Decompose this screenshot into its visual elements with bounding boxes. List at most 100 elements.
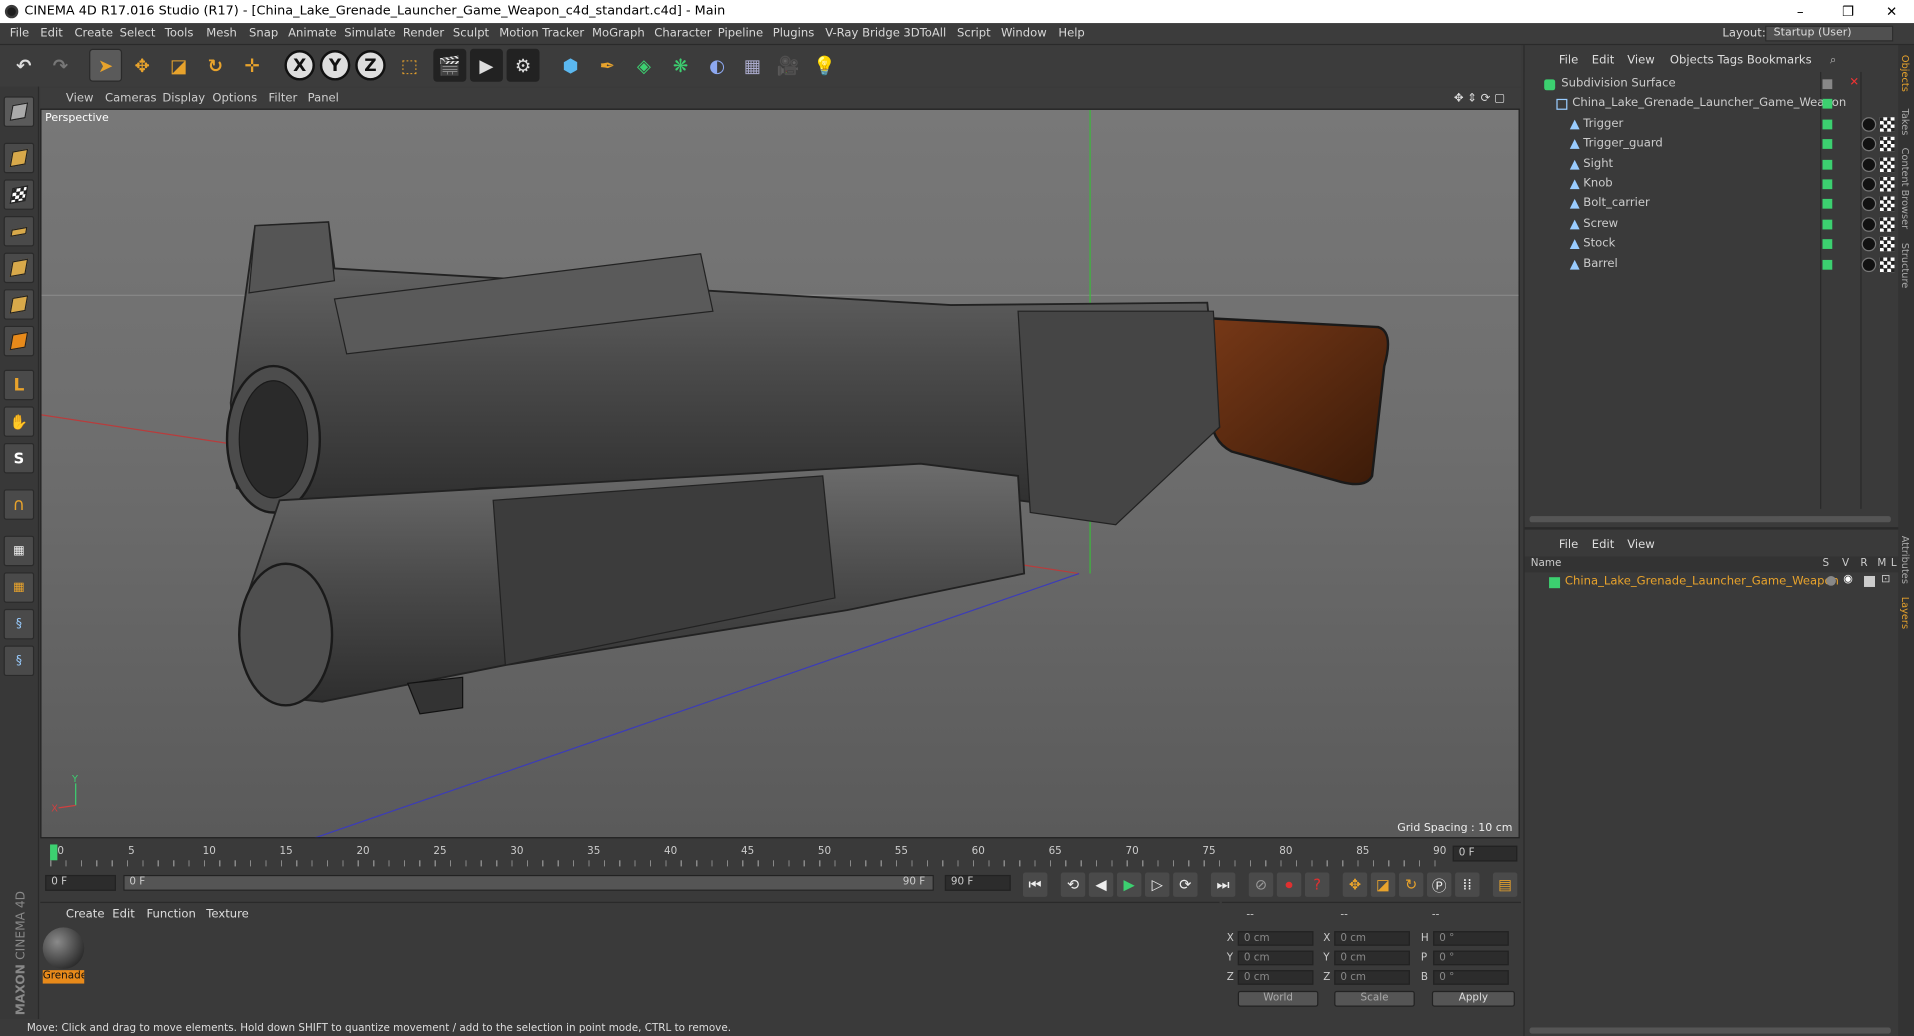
texture-tag-icon[interactable] [1879, 196, 1895, 212]
planar-workplane-icon[interactable]: ▦ [3, 572, 35, 603]
timeline-icon[interactable]: ▤ [1492, 872, 1518, 897]
render-picture-viewer-icon[interactable]: ▶ [469, 48, 503, 82]
objects-menu-edit[interactable]: Edit [1592, 54, 1614, 67]
restore-button[interactable]: ❐ [1842, 0, 1854, 23]
cube-icon[interactable]: ⬢ [554, 49, 587, 82]
layer-render-icon[interactable] [1864, 575, 1875, 587]
tree-row-sight[interactable]: Sight [1530, 155, 1896, 175]
light-icon[interactable]: 💡 [808, 49, 841, 82]
snap-icon[interactable]: ∩ [3, 489, 35, 520]
polygons-mode-icon[interactable] [3, 325, 35, 357]
minimize-button[interactable]: – [1797, 0, 1804, 23]
scale-dropdown[interactable]: Scale [1334, 990, 1415, 1007]
layer-color-swatch[interactable] [1549, 577, 1561, 589]
tree-row-group[interactable]: China_Lake_Grenade_Launcher_Game_Weapon [1530, 94, 1896, 114]
pos-y-field[interactable]: 0 cm [1237, 950, 1314, 966]
menu-pipeline[interactable]: Pipeline [718, 27, 763, 40]
material-tag-icon[interactable] [1861, 236, 1877, 252]
objects-menu-objects[interactable]: Objects [1670, 54, 1714, 67]
autokey-icon[interactable]: ? [1304, 872, 1330, 897]
tree-row-subdivision-surface[interactable]: Subdivision Surface ✕ [1530, 74, 1896, 94]
camera-icon[interactable]: 🎥 [771, 49, 804, 82]
viewport-menu-filter[interactable]: Filter [269, 92, 298, 105]
side-tab-structure[interactable]: Structure [1899, 243, 1910, 288]
menu-mograph[interactable]: MoGraph [592, 27, 645, 40]
viewport-menu-display[interactable]: Display [162, 92, 205, 105]
layer-visible-icon[interactable]: ◉ [1843, 574, 1853, 586]
layers-scrollbar[interactable] [1529, 1027, 1891, 1034]
key-rotate-icon[interactable]: ↻ [1398, 872, 1424, 897]
disabled-icon[interactable]: ✕ [1849, 76, 1859, 89]
material-tag-icon[interactable] [1861, 196, 1877, 212]
tweak-mode-icon[interactable]: ✋ [3, 406, 35, 437]
rotate-icon[interactable]: ↻ [199, 49, 232, 82]
deformer-icon[interactable]: ◐ [701, 49, 734, 82]
viewport-menu-view[interactable]: View [66, 92, 94, 105]
playhead[interactable] [50, 844, 58, 861]
visibility-dot[interactable] [1822, 159, 1833, 170]
menu-3dtoall[interactable]: 3DToAll [903, 27, 946, 40]
pos-z-field[interactable]: 0 cm [1237, 970, 1314, 985]
material-tag-icon[interactable] [1861, 136, 1877, 152]
menu-mesh[interactable]: Mesh [206, 27, 237, 40]
python-icon[interactable]: § [3, 608, 35, 640]
menu-edit[interactable]: Edit [40, 27, 62, 40]
play-icon[interactable]: ▶ [1116, 872, 1142, 897]
subdivision-icon[interactable]: ◈ [627, 49, 660, 82]
record-loop-icon[interactable]: ⟳ [1173, 872, 1198, 897]
side-tab-attributes[interactable]: Attributes [1899, 536, 1910, 584]
layer-solo-icon[interactable] [1826, 575, 1836, 586]
size-y-field[interactable]: 0 cm [1334, 950, 1410, 966]
objects-menu-view[interactable]: View [1627, 54, 1655, 67]
solo-icon[interactable]: S [3, 442, 35, 474]
viewport-menu-cameras[interactable]: Cameras [105, 92, 157, 105]
play-backward-icon[interactable]: ◀ [1088, 872, 1114, 897]
menu-motion-tracker[interactable]: Motion Tracker [499, 27, 584, 40]
texture-tag-icon[interactable] [1879, 257, 1895, 273]
material-menu-create[interactable]: Create [66, 908, 105, 921]
render-settings-icon[interactable]: ⚙ [506, 48, 540, 82]
redo-icon[interactable]: ↷ [44, 49, 77, 82]
y-axis-icon[interactable]: Y [319, 50, 351, 81]
keyframe-icon[interactable]: ⊘ [1248, 872, 1274, 897]
timeline-ruler[interactable]: 0 5 10 15 20 25 30 35 40 45 50 55 60 65 … [40, 840, 1521, 868]
material-menu-texture[interactable]: Texture [206, 908, 248, 921]
floor-icon[interactable]: ▦ [736, 49, 769, 82]
texture-tag-icon[interactable] [1879, 236, 1895, 252]
pos-x-field[interactable]: 0 cm [1237, 931, 1314, 946]
points-mode-icon[interactable] [3, 252, 35, 284]
loop-icon[interactable]: ⟲ [1060, 872, 1086, 897]
menu-select[interactable]: Select [120, 27, 156, 40]
texture-tag-icon[interactable] [1879, 117, 1895, 132]
visibility-dot[interactable] [1822, 98, 1833, 109]
apply-button[interactable]: Apply [1431, 990, 1515, 1007]
menu-file[interactable]: File [10, 27, 29, 40]
tree-row-bolt-carrier[interactable]: Bolt_carrier [1530, 194, 1896, 214]
rot-h-field[interactable]: 0 ° [1433, 931, 1509, 946]
record-icon[interactable]: ⏺ [1276, 872, 1302, 897]
size-x-field[interactable]: 0 cm [1334, 931, 1410, 946]
array-icon[interactable]: ❋ [664, 49, 697, 82]
menu-vray-bridge[interactable]: V-Ray Bridge [825, 27, 900, 40]
menu-character[interactable]: Character [654, 27, 711, 40]
layout-select[interactable]: Startup (User) [1765, 25, 1894, 42]
goto-start-icon[interactable]: ⏮ [1022, 872, 1048, 897]
rot-p-field[interactable]: 0 ° [1433, 950, 1509, 966]
visibility-dot[interactable] [1822, 179, 1833, 190]
texture-mode-icon[interactable] [3, 179, 35, 210]
menu-help[interactable]: Help [1058, 27, 1084, 40]
tree-row-stock[interactable]: Stock [1530, 234, 1896, 254]
texture-tag-icon[interactable] [1879, 157, 1895, 173]
material-tag-icon[interactable] [1861, 117, 1877, 132]
tree-row-screw[interactable]: Screw [1530, 215, 1896, 235]
visibility-dot[interactable] [1822, 139, 1833, 149]
search-icon[interactable]: ⌕ [1830, 54, 1837, 67]
visibility-dot[interactable] [1822, 259, 1833, 270]
layers-menu-edit[interactable]: Edit [1592, 538, 1614, 551]
workplane-icon[interactable] [3, 215, 35, 247]
move-add-icon[interactable]: ✛ [236, 49, 269, 82]
visibility-dot[interactable] [1822, 119, 1833, 130]
tree-row-trigger[interactable]: Trigger [1530, 115, 1896, 135]
side-tab-content-browser[interactable]: Content Browser [1899, 148, 1910, 229]
current-frame-field[interactable]: 0 F [1452, 845, 1518, 862]
